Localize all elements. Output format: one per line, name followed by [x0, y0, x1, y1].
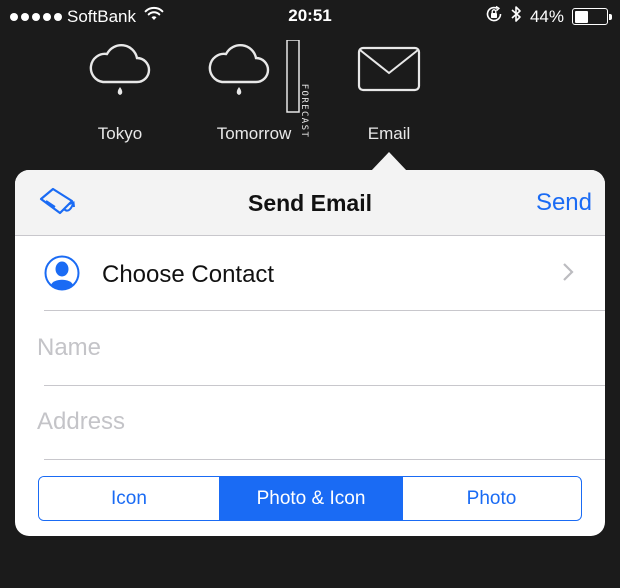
popover-navbar: Send Email Send: [15, 170, 605, 236]
separator: [44, 310, 605, 311]
battery-icon: [572, 8, 612, 25]
bluetooth-icon: [511, 5, 522, 28]
choose-contact-row[interactable]: Choose Contact: [15, 236, 605, 311]
status-bar-right: 44%: [485, 5, 612, 28]
shortcut-email[interactable]: Email: [324, 40, 454, 144]
shortcut-tomorrow[interactable]: FORECAST Tomorrow: [189, 40, 319, 144]
shortcut-tokyo[interactable]: Tokyo: [55, 40, 185, 144]
shortcut-label: Email: [367, 124, 411, 143]
popover-arrow: [371, 152, 407, 171]
cloud-rain-icon: [55, 40, 185, 110]
status-bar: SoftBank 20:51 44%: [0, 0, 620, 32]
choose-contact-label: Choose Contact: [102, 261, 275, 288]
image-option-segmented-control: Icon Photo & Icon Photo: [38, 476, 582, 521]
battery-level: [574, 10, 589, 23]
contact-avatar-icon: [44, 255, 80, 296]
rotation-lock-icon: [485, 5, 503, 28]
popover-title: Send Email: [248, 190, 372, 216]
separator: [44, 459, 605, 460]
chevron-right-icon: [562, 262, 574, 287]
battery-percent: 44%: [529, 6, 564, 26]
segment-icon[interactable]: Icon: [39, 477, 219, 520]
name-field[interactable]: [37, 328, 577, 368]
separator: [44, 385, 605, 386]
send-email-popover: Send Email Send Choose Contact Icon Phot…: [15, 170, 605, 536]
shortcut-label: Tokyo: [97, 124, 143, 143]
envelope-icon: [324, 40, 454, 110]
segment-photo-and-icon[interactable]: Photo & Icon: [219, 477, 402, 520]
segment-photo[interactable]: Photo: [402, 477, 580, 520]
send-button[interactable]: Send: [536, 189, 592, 217]
address-field[interactable]: [37, 402, 577, 442]
forecast-badge-text: FORECAST: [299, 83, 309, 139]
